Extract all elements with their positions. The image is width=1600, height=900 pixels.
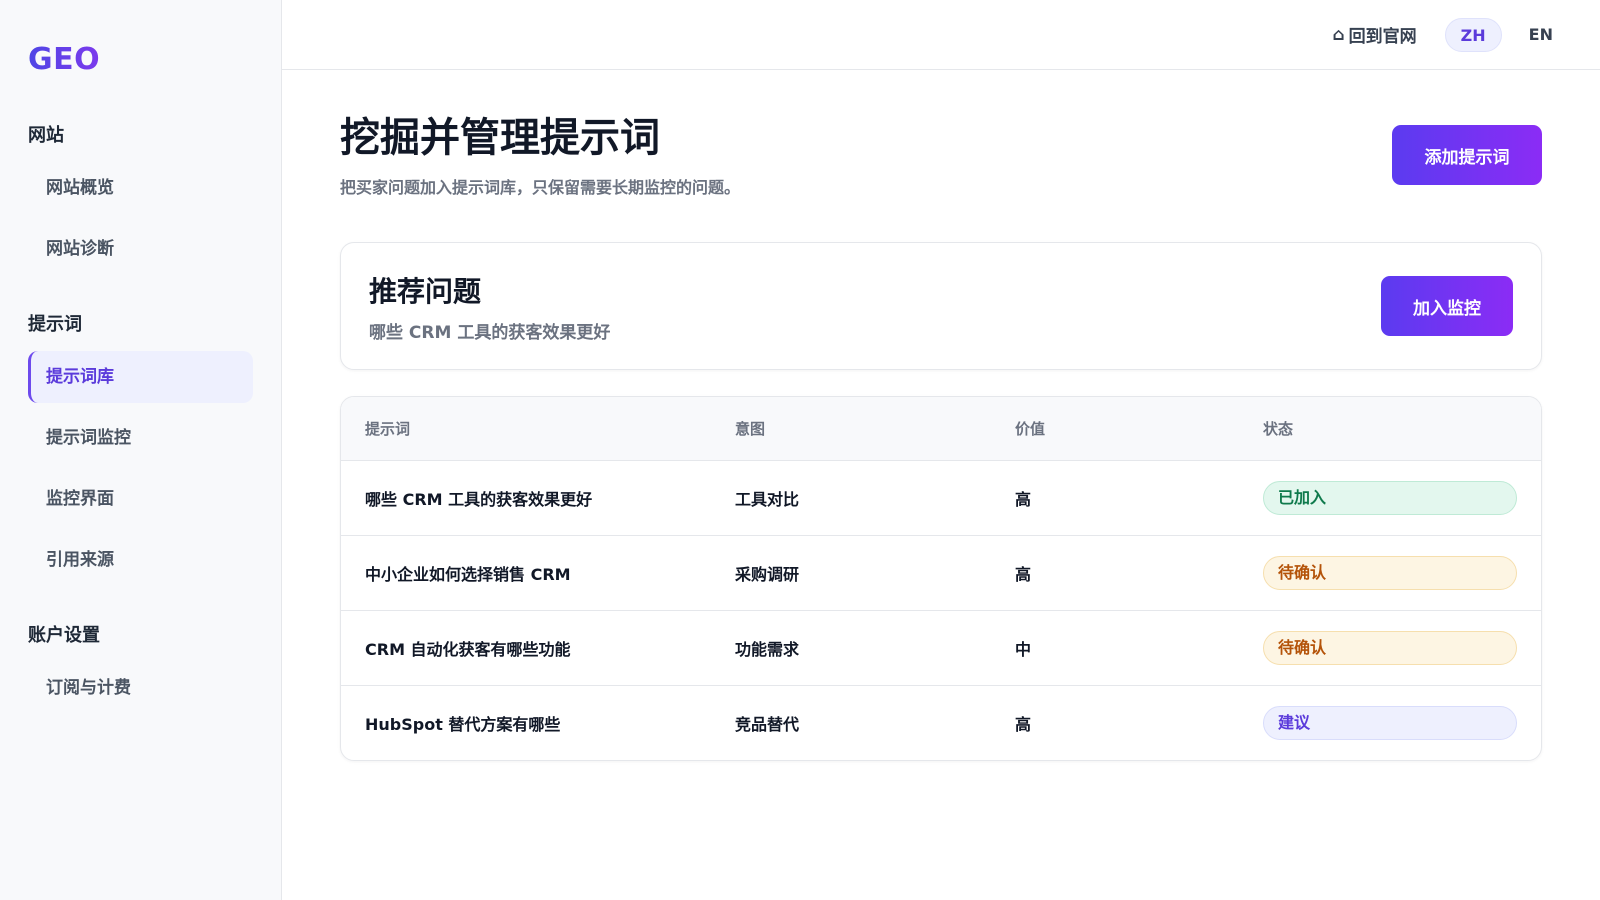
sidebar-item-prompt-library[interactable]: 提示词库 — [28, 351, 253, 403]
status-cell: 待确认 — [1263, 631, 1541, 665]
recommend-text: 推荐问题 哪些 CRM 工具的获客效果更好 — [369, 270, 610, 343]
prompt-cell: HubSpot 替代方案有哪些 — [365, 715, 561, 734]
column-header-value[interactable]: 价值 — [1015, 418, 1263, 439]
recommend-card: 推荐问题 哪些 CRM 工具的获客效果更好 加入监控 — [340, 242, 1542, 370]
intent-cell: 工具对比 — [735, 490, 800, 509]
prompt-cell: 哪些 CRM 工具的获客效果更好 — [365, 490, 593, 509]
status-cell: 已加入 — [1263, 481, 1541, 515]
column-header-status[interactable]: 状态 — [1263, 418, 1541, 439]
status-cell: 建议 — [1263, 706, 1541, 740]
column-header-prompt[interactable]: 提示词 — [341, 418, 735, 439]
prompt-table: 提示词 意图 价值 状态 哪些 CRM 工具的获客效果更好 工具对比 高 已加入… — [340, 396, 1542, 761]
prompt-cell: CRM 自动化获客有哪些功能 — [365, 640, 571, 659]
value-cell: 高 — [1015, 715, 1032, 734]
recommend-question: 哪些 CRM 工具的获客效果更好 — [369, 322, 611, 343]
column-header-intent[interactable]: 意图 — [735, 418, 1015, 439]
page-title: 挖掘并管理提示词 — [340, 115, 660, 161]
status-badge[interactable]: 待确认 — [1263, 631, 1517, 665]
page-subtitle: 把买家问题加入提示词库，只保留需要长期监控的问题。 — [340, 178, 741, 197]
intent-cell: 采购调研 — [735, 565, 800, 584]
intent-cell: 功能需求 — [735, 640, 800, 659]
topbar: ⌂ 回到官网 ZH EN — [282, 0, 1600, 70]
home-link-label: 回到官网 — [1348, 27, 1417, 47]
table-row[interactable]: CRM 自动化获客有哪些功能 功能需求 中 待确认 — [341, 610, 1541, 685]
logo[interactable]: GEO — [28, 42, 100, 80]
value-cell: 中 — [1015, 640, 1032, 659]
status-badge[interactable]: 建议 — [1263, 706, 1517, 740]
status-badge[interactable]: 待确认 — [1263, 556, 1517, 590]
home-icon: ⌂ — [1332, 24, 1345, 45]
nav-section-prompts: 提示词 — [28, 314, 82, 335]
status-cell: 待确认 — [1263, 556, 1541, 590]
table-header-row: 提示词 意图 价值 状态 — [341, 397, 1541, 460]
sidebar: GEO 网站 网站概览 网站诊断 提示词 提示词库 提示词监控 监控界面 引用来… — [0, 0, 282, 900]
sidebar-item-monitoring-view[interactable]: 监控界面 — [28, 473, 253, 525]
page-header: 挖掘并管理提示词 把买家问题加入提示词库，只保留需要长期监控的问题。 添加提示词 — [340, 112, 1542, 198]
nav-section-account: 账户设置 — [28, 625, 100, 646]
recommend-title: 推荐问题 — [369, 274, 482, 308]
lang-en-button[interactable]: EN — [1514, 18, 1568, 52]
main-area: ⌂ 回到官网 ZH EN 挖掘并管理提示词 把买家问题加入提示词库，只保留需要长… — [282, 0, 1600, 900]
app-root: GEO 网站 网站概览 网站诊断 提示词 提示词库 提示词监控 监控界面 引用来… — [0, 0, 1600, 900]
home-link[interactable]: ⌂ 回到官网 — [1332, 22, 1417, 48]
sidebar-item-prompt-monitoring[interactable]: 提示词监控 — [28, 412, 253, 464]
value-cell: 高 — [1015, 565, 1032, 584]
table-row[interactable]: 中小企业如何选择销售 CRM 采购调研 高 待确认 — [341, 535, 1541, 610]
page-content: 挖掘并管理提示词 把买家问题加入提示词库，只保留需要长期监控的问题。 添加提示词… — [282, 70, 1600, 761]
add-monitor-button[interactable]: 加入监控 — [1381, 276, 1513, 336]
sidebar-item-billing[interactable]: 订阅与计费 — [28, 662, 253, 714]
table-row[interactable]: 哪些 CRM 工具的获客效果更好 工具对比 高 已加入 — [341, 460, 1541, 535]
value-cell: 高 — [1015, 490, 1032, 509]
lang-zh-button[interactable]: ZH — [1444, 17, 1502, 52]
sidebar-item-site-overview[interactable]: 网站概览 — [28, 162, 253, 214]
table-row[interactable]: HubSpot 替代方案有哪些 竞品替代 高 建议 — [341, 685, 1541, 760]
intent-cell: 竞品替代 — [735, 715, 800, 734]
status-badge[interactable]: 已加入 — [1263, 481, 1517, 515]
prompt-cell: 中小企业如何选择销售 CRM — [365, 565, 571, 584]
sidebar-item-citation-sources[interactable]: 引用来源 — [28, 534, 253, 586]
page-heading-group: 挖掘并管理提示词 把买家问题加入提示词库，只保留需要长期监控的问题。 — [340, 112, 740, 198]
nav-section-website: 网站 — [28, 125, 64, 146]
sidebar-item-site-diagnosis[interactable]: 网站诊断 — [28, 223, 253, 275]
add-prompt-button[interactable]: 添加提示词 — [1392, 125, 1542, 185]
